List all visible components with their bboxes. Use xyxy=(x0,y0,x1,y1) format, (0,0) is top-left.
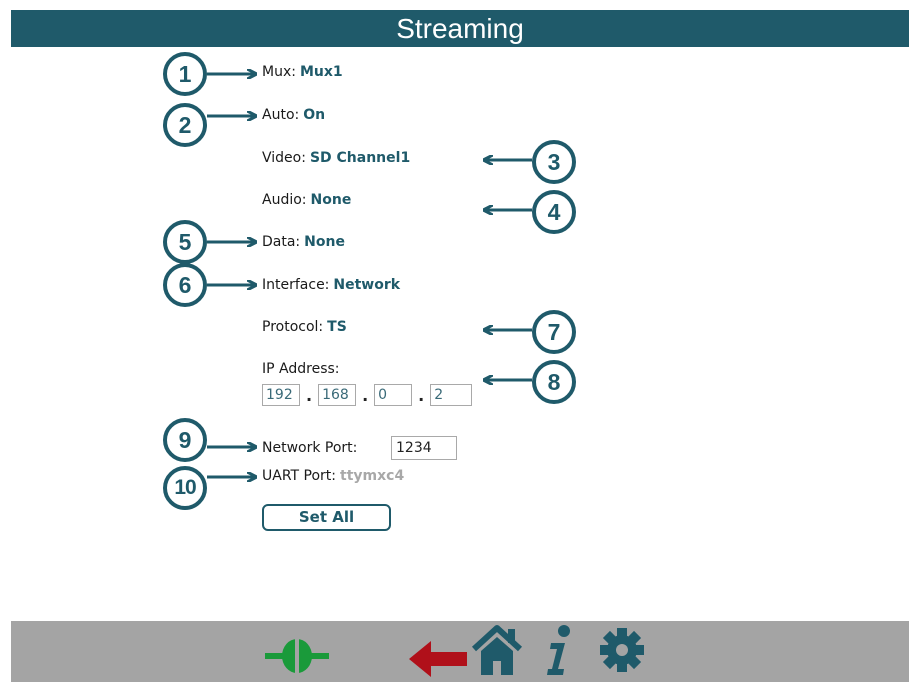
data-label: Data: xyxy=(262,234,301,250)
network-port-label: Network Port: xyxy=(262,440,358,456)
set-all-button[interactable]: Set All xyxy=(262,504,391,531)
back-arrow-icon[interactable] xyxy=(409,639,467,679)
callout-1: 1 xyxy=(163,52,207,96)
callout-10: 10 xyxy=(163,466,207,510)
network-port-row: Network Port: xyxy=(262,440,357,456)
mux-label: Mux: xyxy=(262,64,296,80)
protocol-value[interactable]: TS xyxy=(327,319,347,335)
interface-label: Interface: xyxy=(262,277,330,293)
ip-address-fields: 192 . 168 . 0 . 2 xyxy=(262,384,473,406)
ip-address-label-row: IP Address: xyxy=(262,361,340,377)
home-icon[interactable] xyxy=(470,623,524,677)
callout-2: 2 xyxy=(163,103,207,147)
auto-label: Auto: xyxy=(262,107,300,123)
ip-octet-1-input[interactable]: 192 xyxy=(262,384,300,406)
ip-separator: . xyxy=(306,385,313,405)
ip-separator: . xyxy=(418,385,425,405)
protocol-label: Protocol: xyxy=(262,319,324,335)
callout-arrows xyxy=(207,0,532,682)
uart-port-label: UART Port: xyxy=(262,468,337,484)
uart-port-row: UART Port: ttymxc4 xyxy=(262,468,404,484)
ip-octet-3-input[interactable]: 0 xyxy=(374,384,413,406)
ip-address-label: IP Address: xyxy=(262,361,340,377)
video-row: Video: SD Channel1 xyxy=(262,150,410,166)
callout-3: 3 xyxy=(532,140,576,184)
bottom-nav-bar xyxy=(11,621,909,682)
info-icon[interactable] xyxy=(543,623,575,677)
protocol-row: Protocol: TS xyxy=(262,319,347,335)
callout-9: 9 xyxy=(163,418,207,462)
connection-plug-icon[interactable] xyxy=(265,635,329,679)
interface-row: Interface: Network xyxy=(262,277,400,293)
mux-value[interactable]: Mux1 xyxy=(300,64,343,80)
data-value[interactable]: None xyxy=(304,234,345,250)
auto-value[interactable]: On xyxy=(303,107,325,123)
data-row: Data: None xyxy=(262,234,345,250)
audio-label: Audio: xyxy=(262,192,307,208)
callout-5: 5 xyxy=(163,220,207,264)
audio-value[interactable]: None xyxy=(311,192,352,208)
interface-value[interactable]: Network xyxy=(333,277,400,293)
audio-row: Audio: None xyxy=(262,192,351,208)
ip-separator: . xyxy=(362,385,369,405)
callout-8: 8 xyxy=(532,360,576,404)
mux-row: Mux: Mux1 xyxy=(262,64,343,80)
gear-icon[interactable] xyxy=(599,627,645,673)
auto-row: Auto: On xyxy=(262,107,325,123)
video-value[interactable]: SD Channel1 xyxy=(310,150,410,166)
callout-6: 6 xyxy=(163,263,207,307)
uart-port-value: ttymxc4 xyxy=(340,468,405,484)
video-label: Video: xyxy=(262,150,306,166)
callout-4: 4 xyxy=(532,190,576,234)
network-port-input[interactable]: 1234 xyxy=(391,436,457,460)
callout-7: 7 xyxy=(532,310,576,354)
ip-octet-2-input[interactable]: 168 xyxy=(318,384,357,406)
ip-octet-4-input[interactable]: 2 xyxy=(430,384,473,406)
